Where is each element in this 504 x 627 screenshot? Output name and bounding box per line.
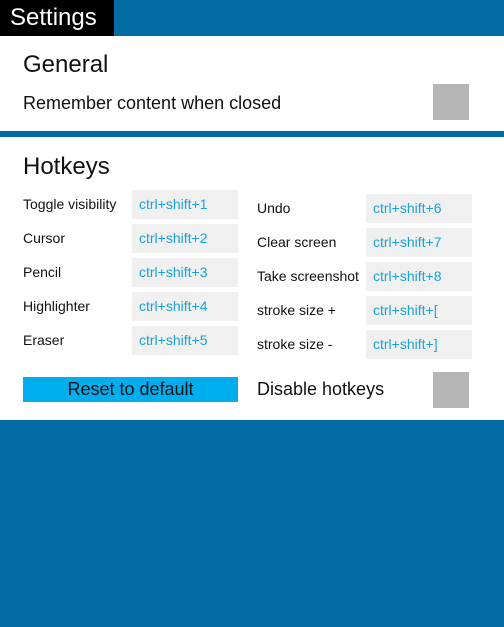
general-section: General Remember content when closed <box>0 36 504 131</box>
remember-content-label: Remember content when closed <box>23 93 282 113</box>
hotkey-label: Cursor <box>23 230 66 246</box>
hotkey-label: Toggle visibility <box>23 196 117 212</box>
hotkeys-title: Hotkeys <box>23 153 110 180</box>
general-title: General <box>23 51 109 78</box>
hotkey-label: Highlighter <box>23 298 90 314</box>
hotkey-field[interactable]: ctrl+shift+4 <box>132 292 238 321</box>
hotkey-field[interactable]: ctrl+shift+] <box>366 330 472 359</box>
hotkey-field[interactable]: ctrl+shift+5 <box>132 326 238 355</box>
remember-content-checkbox[interactable] <box>433 84 469 120</box>
window-title: Settings <box>0 0 114 36</box>
hotkey-label: Clear screen <box>257 234 337 250</box>
hotkey-label: Undo <box>257 200 291 216</box>
hotkey-label: Eraser <box>23 332 65 348</box>
reset-to-default-button[interactable]: Reset to default <box>23 377 238 402</box>
hotkey-field[interactable]: ctrl+shift+[ <box>366 296 472 325</box>
hotkey-label: Take screenshot <box>257 268 359 284</box>
hotkey-label: Pencil <box>23 264 62 280</box>
disable-hotkeys-label: Disable hotkeys <box>257 379 385 399</box>
hotkey-field[interactable]: ctrl+shift+1 <box>132 190 238 219</box>
hotkey-field[interactable]: ctrl+shift+7 <box>366 228 472 257</box>
hotkey-field[interactable]: ctrl+shift+2 <box>132 224 238 253</box>
hotkeys-section: Hotkeys Toggle visibility ctrl+shift+1 Cur… <box>0 137 504 420</box>
hotkey-field[interactable]: ctrl+shift+3 <box>132 258 238 287</box>
hotkey-field[interactable]: ctrl+shift+8 <box>366 262 472 291</box>
hotkey-label: stroke size - <box>257 336 333 352</box>
hotkey-field[interactable]: ctrl+shift+6 <box>366 194 472 223</box>
disable-hotkeys-checkbox[interactable] <box>433 372 469 408</box>
hotkey-label: stroke size + <box>257 302 336 318</box>
